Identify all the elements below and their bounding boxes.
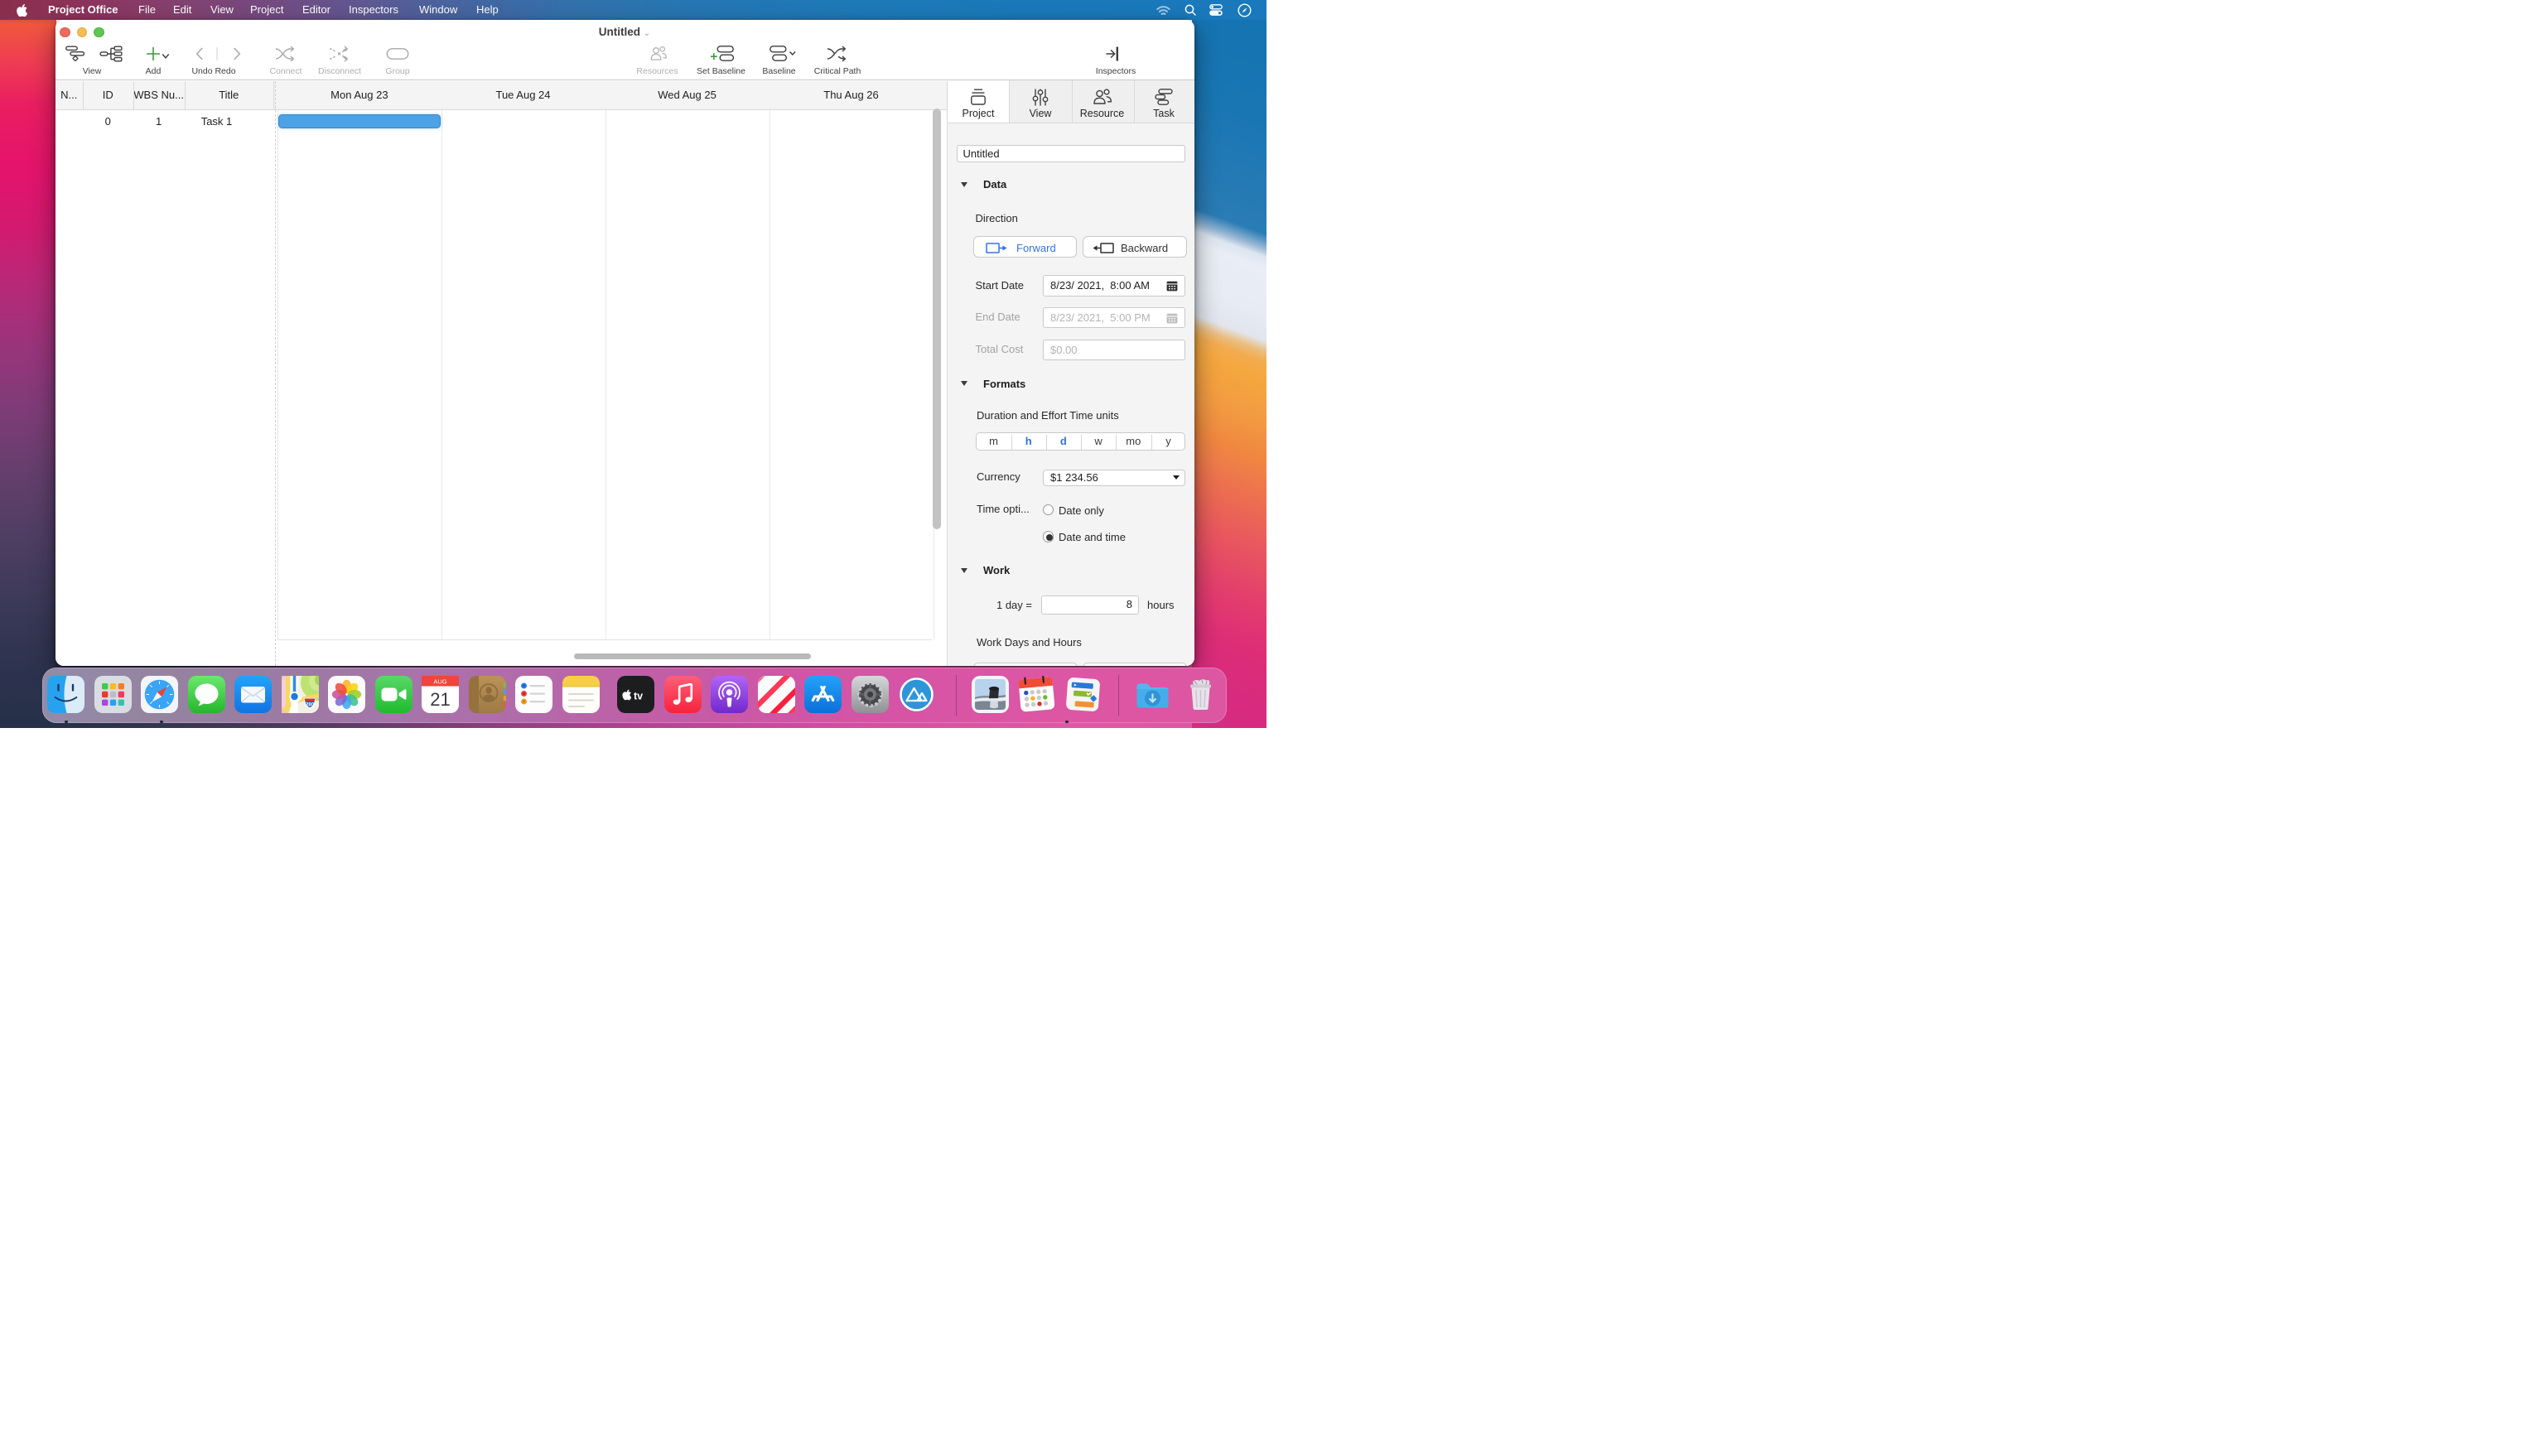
svg-text:tv: tv (634, 690, 643, 701)
svg-text:21: 21 (431, 689, 451, 710)
svg-text:280: 280 (306, 701, 315, 707)
svg-text:AUG: AUG (434, 677, 447, 685)
